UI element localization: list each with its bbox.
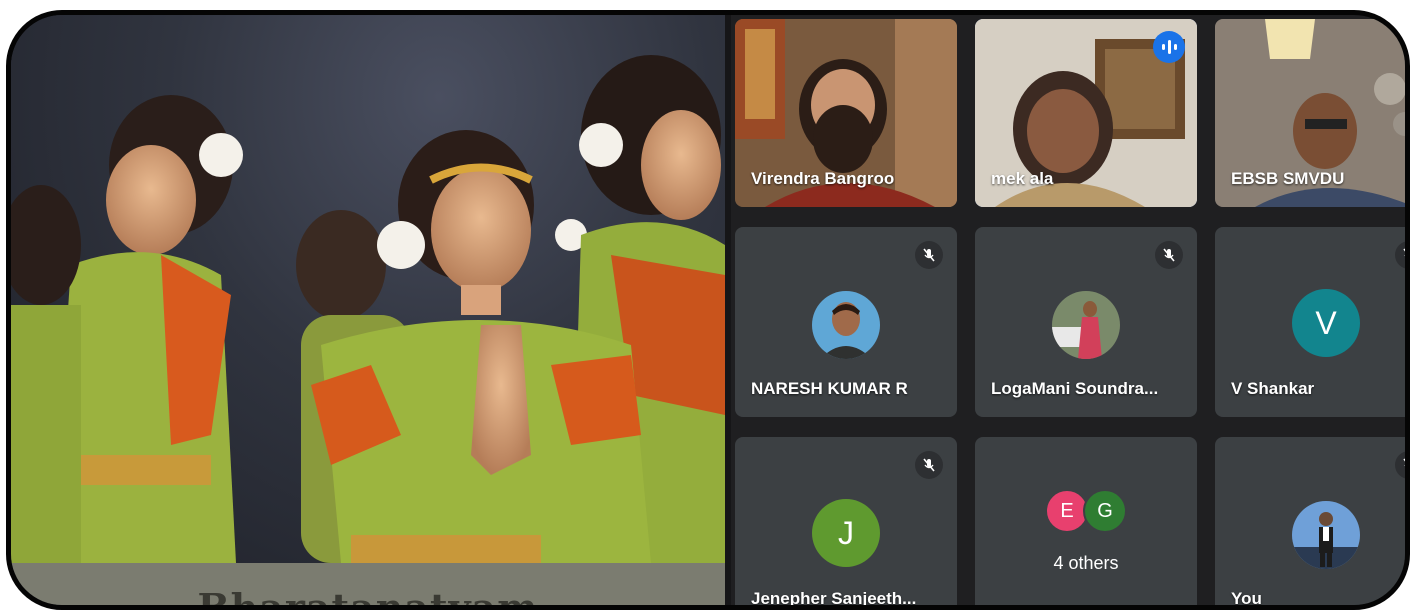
presentation-area[interactable]: Bharatanatyam (11, 15, 725, 605)
participant-name: Virendra Bangroo (751, 169, 895, 188)
avatar (812, 291, 880, 359)
slide-caption-text: Bharatanatyam (11, 585, 725, 605)
others-tile[interactable]: E G 4 others (975, 437, 1197, 605)
speaking-indicator-icon (1153, 31, 1185, 63)
mic-off-icon (915, 241, 943, 269)
dancers-image (11, 55, 725, 563)
participant-tile-virendra[interactable]: Virendra Bangroo (735, 19, 957, 207)
avatar: J (812, 499, 880, 567)
participant-name: mek ala (991, 169, 1054, 188)
slide-photo (11, 15, 725, 563)
avatar: V (1292, 289, 1360, 357)
participant-name: NARESH KUMAR R (751, 379, 908, 398)
mic-off-icon (1155, 241, 1183, 269)
slide-caption-bar: Bharatanatyam (11, 563, 725, 605)
participant-tile-you[interactable]: You (1215, 437, 1405, 608)
mic-off-icon (915, 451, 943, 479)
participant-name: LogaMani Soundra... (991, 379, 1159, 398)
mic-off-icon (1395, 451, 1405, 479)
avatar: G (1083, 489, 1127, 533)
participant-tile-jenepher[interactable]: J Jenepher Sanjeeth... (735, 437, 957, 608)
participant-tile-logamani[interactable]: LogaMani Soundra... (975, 227, 1197, 417)
others-avatars: E G (1045, 489, 1127, 533)
participant-tile-vshankar[interactable]: V V Shankar (1215, 227, 1405, 417)
panel-divider (725, 15, 731, 605)
participant-tile-naresh[interactable]: NARESH KUMAR R (735, 227, 957, 417)
participant-name: You (1231, 589, 1262, 608)
meeting-window: Bharatanatyam Virendra Bangroo (6, 10, 1410, 610)
avatar (1052, 291, 1120, 359)
participant-name: EBSB SMVDU (1231, 169, 1345, 188)
participant-name: Jenepher Sanjeeth... (751, 589, 917, 608)
participant-tile-ebsb[interactable]: EBSB SMVDU (1215, 19, 1405, 207)
participant-name: V Shankar (1231, 379, 1315, 398)
others-count: 4 others (1053, 553, 1119, 573)
mic-off-icon (1395, 241, 1405, 269)
participant-tile-mekala[interactable]: mek ala (975, 19, 1197, 207)
avatar (1292, 501, 1360, 569)
